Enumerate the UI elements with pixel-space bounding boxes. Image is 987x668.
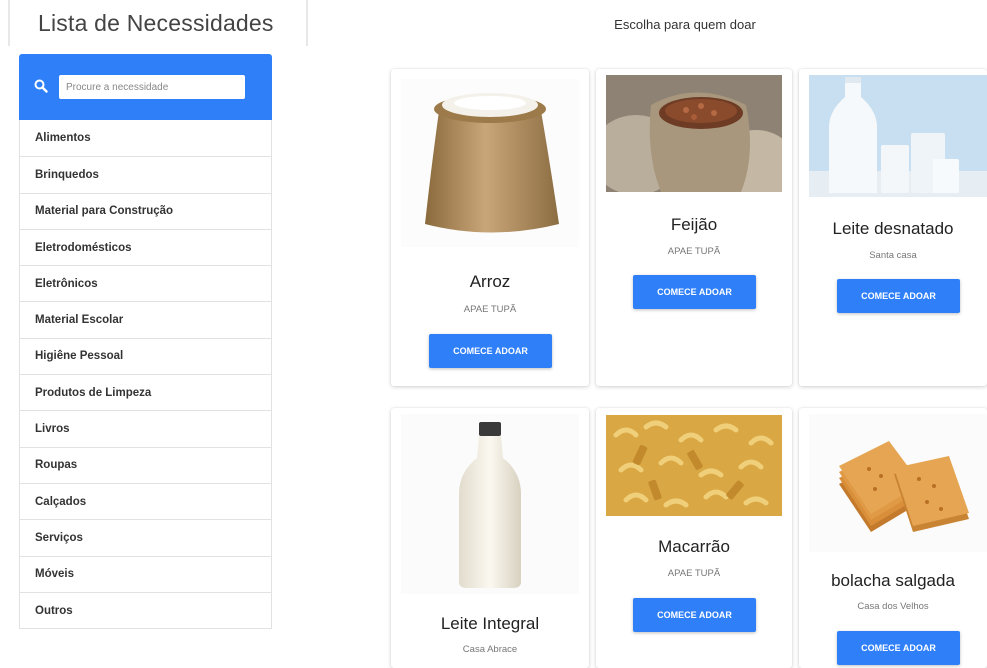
donation-card: bolacha salgada Casa dos Velhos COMECE A… xyxy=(799,408,987,668)
sidebar-title: Lista de Necessidades xyxy=(38,10,274,36)
product-image-pasta xyxy=(606,415,782,516)
category-item-higiene-pessoal[interactable]: Higiêne Pessoal xyxy=(20,337,271,374)
category-item-servicos[interactable]: Serviços xyxy=(20,519,271,555)
category-item-calcados[interactable]: Calçados xyxy=(20,482,271,519)
category-item-outros[interactable]: Outros xyxy=(20,591,271,628)
product-image-milk-bottle xyxy=(401,414,579,594)
donate-button[interactable]: COMECE ADOAR xyxy=(837,631,960,665)
card-organization: APAE TUPÃ xyxy=(667,246,721,257)
category-item-brinquedos[interactable]: Brinquedos xyxy=(20,156,271,192)
product-image-skim-milk xyxy=(809,75,987,197)
sidebar-header: Lista de Necessidades xyxy=(8,0,308,46)
card-organization: Santa casa xyxy=(869,250,917,261)
card-organization: APAE TUPÃ xyxy=(463,304,517,315)
card-title: Leite desnatado xyxy=(832,219,954,238)
category-item-material-construcao[interactable]: Material para Construção xyxy=(20,192,271,229)
category-item-alimentos[interactable]: Alimentos xyxy=(20,120,271,156)
product-image-beans xyxy=(606,75,782,192)
donate-button[interactable]: COMECE ADOAR xyxy=(837,279,960,313)
card-title: Arroz xyxy=(469,272,511,291)
category-item-eletrodomesticos[interactable]: Eletrodomésticos xyxy=(20,228,271,265)
category-list: Alimentos Brinquedos Material para Const… xyxy=(19,120,272,630)
card-organization: Casa dos Velhos xyxy=(857,601,929,612)
donate-button[interactable]: COMECE ADOAR xyxy=(633,275,756,309)
card-organization: APAE TUPÃ xyxy=(667,568,721,579)
donation-card: Leite desnatado Santa casa COMECE ADOAR xyxy=(799,69,987,386)
category-item-livros[interactable]: Livros xyxy=(20,410,271,446)
card-organization: Casa Abrace xyxy=(462,644,518,655)
donate-button[interactable]: COMECE ADOAR xyxy=(429,334,552,368)
card-title: Feijão xyxy=(670,215,718,234)
donation-card: Arroz APAE TUPÃ COMECE ADOAR xyxy=(391,69,589,386)
search-icon[interactable] xyxy=(34,79,48,93)
category-item-material-escolar[interactable]: Material Escolar xyxy=(20,301,271,337)
page-heading: Escolha para quem doar xyxy=(614,17,756,32)
card-title: Macarrão xyxy=(658,537,730,556)
card-title: bolacha salgada xyxy=(831,571,955,590)
category-item-roupas[interactable]: Roupas xyxy=(20,446,271,483)
product-image-crackers xyxy=(809,414,987,552)
search-bar xyxy=(19,54,272,120)
donate-button[interactable]: COMECE ADOAR xyxy=(633,598,756,632)
donation-card: Macarrão APAE TUPÃ COMECE ADOAR xyxy=(596,408,792,668)
product-image-rice-sack xyxy=(401,79,579,247)
search-input[interactable] xyxy=(59,75,245,99)
category-item-produtos-limpeza[interactable]: Produtos de Limpeza xyxy=(20,374,271,410)
card-title: Leite Integral xyxy=(440,614,540,633)
category-item-eletronicos[interactable]: Eletrônicos xyxy=(20,265,271,301)
donation-card: Feijão APAE TUPÃ COMECE ADOAR xyxy=(596,69,792,386)
donation-card: Leite Integral Casa Abrace xyxy=(391,408,589,668)
category-item-moveis[interactable]: Móveis xyxy=(20,555,271,592)
